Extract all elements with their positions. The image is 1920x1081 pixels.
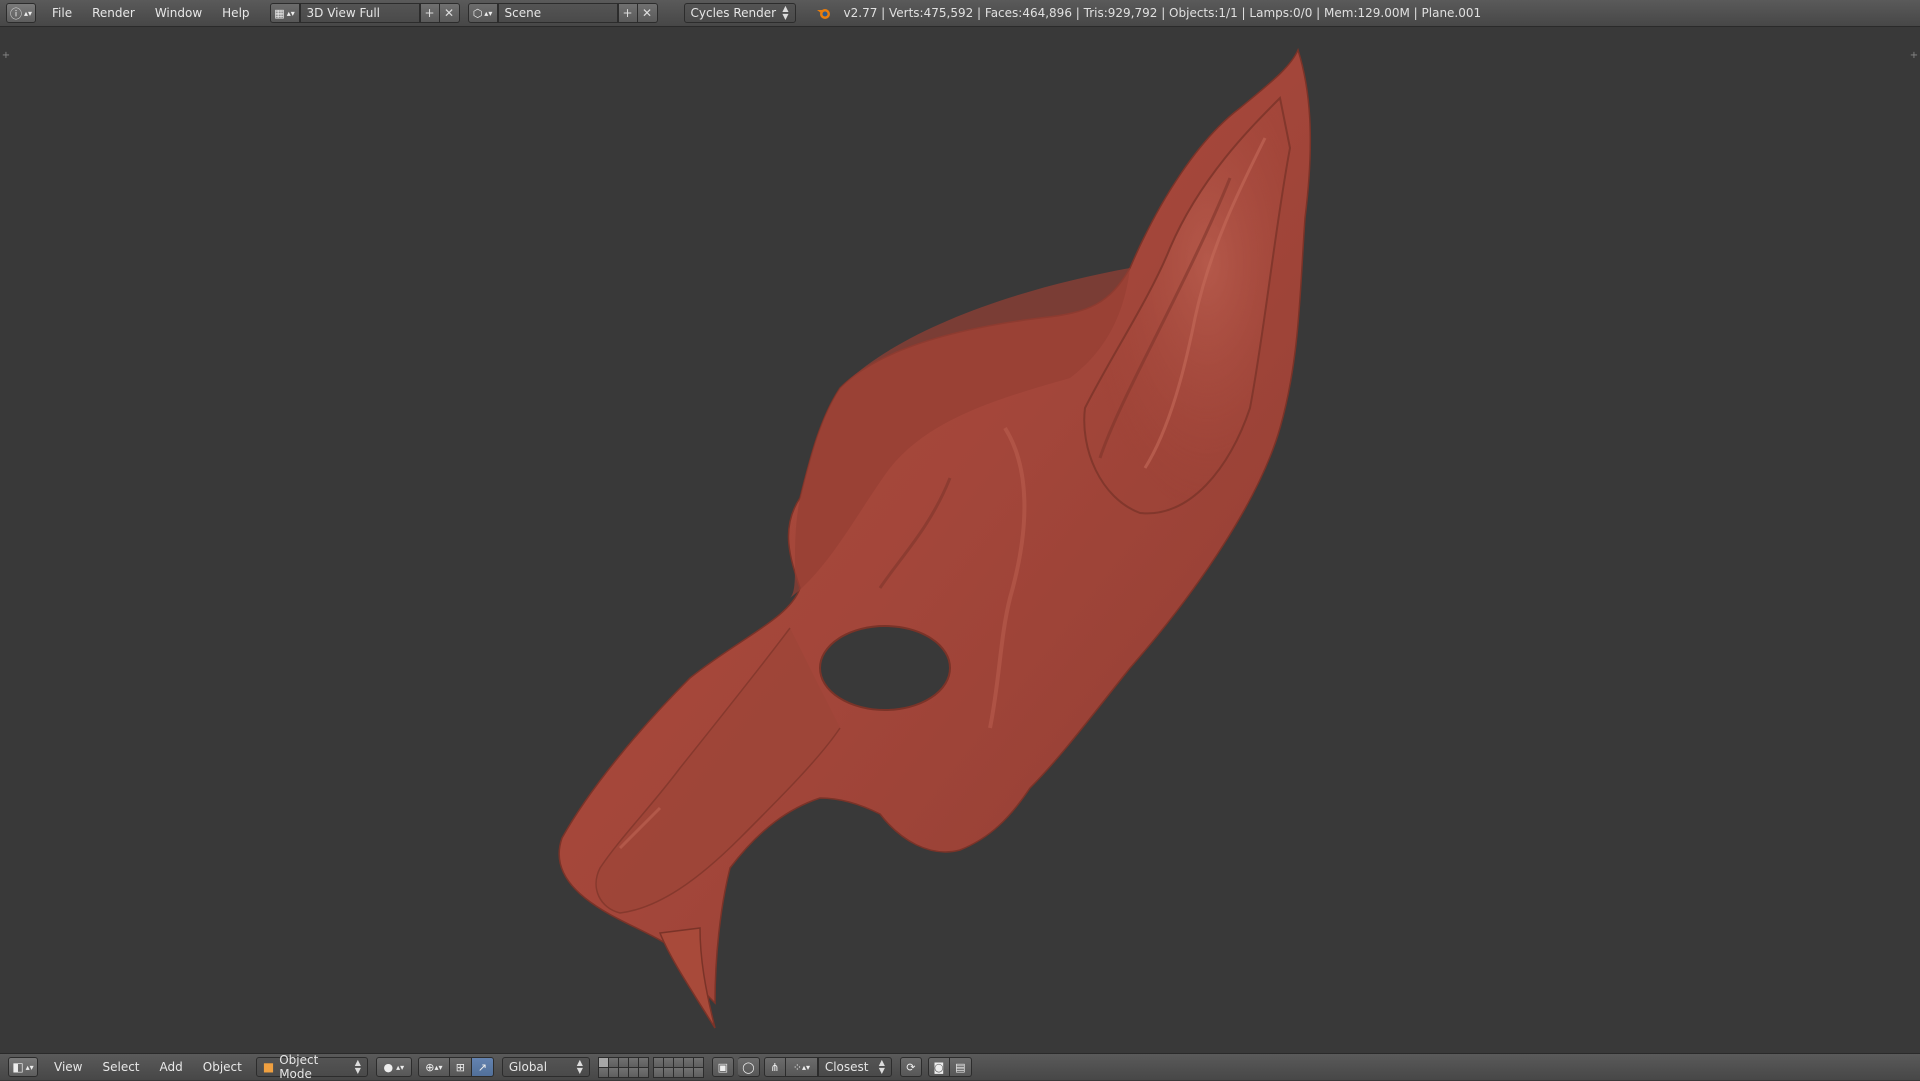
dropdown-arrows-icon: ▲▼ bbox=[351, 1059, 361, 1075]
translate-icon: ↗ bbox=[478, 1061, 487, 1074]
mode-dropdown[interactable]: ■ Object Mode ▲▼ bbox=[256, 1057, 368, 1077]
menu-render[interactable]: Render bbox=[82, 3, 145, 23]
remove-scene-button[interactable]: ✕ bbox=[638, 3, 658, 23]
scene-browse-button[interactable]: ⬡▴▾ bbox=[468, 3, 498, 23]
eye-hole bbox=[820, 626, 950, 710]
scene-selector: ⬡▴▾ Scene + ✕ bbox=[468, 3, 658, 23]
opengl-render-animation-button[interactable]: ▤ bbox=[950, 1057, 972, 1077]
dropdown-arrows-icon: ▲▼ bbox=[573, 1059, 583, 1075]
screen-layout-field[interactable]: 3D View Full bbox=[300, 3, 420, 23]
solid-shading-icon: ● bbox=[384, 1061, 394, 1074]
camera-icon: ◙ bbox=[934, 1061, 945, 1074]
3d-view-header: ◧▴▾ View Select Add Object ■ Object Mode… bbox=[0, 1053, 1920, 1080]
mode-label: Object Mode bbox=[279, 1053, 351, 1081]
close-icon: ✕ bbox=[642, 6, 652, 20]
scene-stats: v2.77 | Verts:475,592 | Faces:464,896 | … bbox=[844, 6, 1482, 20]
add-screen-button[interactable]: + bbox=[420, 3, 440, 23]
close-icon: ✕ bbox=[444, 6, 454, 20]
proportional-icon: ◯ bbox=[742, 1061, 754, 1074]
editor-type-button[interactable]: ◧▴▾ bbox=[8, 1057, 38, 1077]
align-rotation-button[interactable]: ⟳ bbox=[900, 1057, 922, 1077]
object-mode-icon: ■ bbox=[263, 1060, 274, 1074]
info-icon: ⓘ bbox=[10, 5, 22, 22]
3d-viewport[interactable]: + + bbox=[0, 28, 1920, 1053]
render-buttons: ◙ ▤ bbox=[928, 1057, 972, 1077]
pivot-point-dropdown[interactable]: ⊕▴▾ bbox=[418, 1057, 450, 1077]
snap-target-label: Closest bbox=[825, 1060, 869, 1074]
pivot-and-manipulator: ⊕▴▾ ⊞ ↗ bbox=[418, 1057, 494, 1077]
remove-screen-button[interactable]: ✕ bbox=[440, 3, 460, 23]
add-scene-button[interactable]: + bbox=[618, 3, 638, 23]
fox-mask-mesh[interactable] bbox=[0, 28, 1920, 1053]
lock-camera-button[interactable]: ▣ bbox=[712, 1057, 734, 1077]
translate-manipulator-button[interactable]: ↗ bbox=[472, 1057, 494, 1077]
menu-view[interactable]: View bbox=[44, 1057, 92, 1077]
scene-icon: ⬡ bbox=[473, 7, 483, 20]
manipulator-icon: ⊞ bbox=[456, 1061, 465, 1074]
render-engine-dropdown[interactable]: Cycles Render ▲▼ bbox=[684, 3, 796, 23]
manipulator-toggle[interactable]: ⊞ bbox=[450, 1057, 472, 1077]
screen-layout-selector: ▦▴▾ 3D View Full + ✕ bbox=[270, 3, 460, 23]
dropdown-arrows-icon: ▲▼ bbox=[778, 5, 788, 21]
3d-view-icon: ◧ bbox=[12, 1060, 23, 1074]
viewport-shading-dropdown[interactable]: ●▴▾ bbox=[376, 1057, 412, 1077]
menu-file[interactable]: File bbox=[42, 3, 82, 23]
plus-icon: + bbox=[424, 6, 434, 20]
film-icon: ▤ bbox=[955, 1061, 965, 1074]
orientation-label: Global bbox=[509, 1060, 547, 1074]
blender-logo-icon bbox=[814, 3, 834, 23]
proportional-editing-button[interactable]: ◯ bbox=[738, 1057, 760, 1077]
info-header: ⓘ▴▾ File Render Window Help ▦▴▾ 3D View … bbox=[0, 0, 1920, 27]
editor-type-button[interactable]: ⓘ▴▾ bbox=[6, 3, 36, 23]
menu-object[interactable]: Object bbox=[193, 1057, 252, 1077]
plus-icon: + bbox=[622, 6, 632, 20]
rotation-icon: ⟳ bbox=[906, 1061, 915, 1074]
snap-increment-icon: ⁘ bbox=[793, 1061, 802, 1074]
render-engine-label: Cycles Render bbox=[691, 6, 777, 20]
snap-toggle[interactable]: ⋔ bbox=[764, 1057, 786, 1077]
snap-target-dropdown[interactable]: Closest ▲▼ bbox=[818, 1057, 892, 1077]
menu-help[interactable]: Help bbox=[212, 3, 259, 23]
snapping-controls: ⋔ ⁘▴▾ Closest ▲▼ bbox=[764, 1057, 892, 1077]
layers-grid-a[interactable] bbox=[598, 1057, 649, 1078]
dropdown-arrows-icon: ▲▼ bbox=[875, 1059, 885, 1075]
transform-orientation-dropdown[interactable]: Global ▲▼ bbox=[502, 1057, 590, 1077]
magnet-icon: ⋔ bbox=[770, 1061, 779, 1074]
layout-grid-icon: ▦ bbox=[274, 7, 284, 20]
pivot-icon: ⊕ bbox=[425, 1061, 434, 1074]
screen-layout-browse-button[interactable]: ▦▴▾ bbox=[270, 3, 300, 23]
menu-select[interactable]: Select bbox=[92, 1057, 149, 1077]
layers-grid-b[interactable] bbox=[653, 1057, 704, 1078]
opengl-render-image-button[interactable]: ◙ bbox=[928, 1057, 950, 1077]
snap-element-dropdown[interactable]: ⁘▴▾ bbox=[786, 1057, 818, 1077]
menu-window[interactable]: Window bbox=[145, 3, 212, 23]
menu-add[interactable]: Add bbox=[150, 1057, 193, 1077]
lock-icon: ▣ bbox=[718, 1061, 728, 1074]
scene-field[interactable]: Scene bbox=[498, 3, 618, 23]
